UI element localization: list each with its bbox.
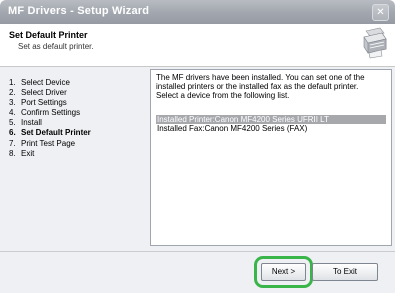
instructions-text: The MF drivers have been installed. You … [156, 73, 365, 100]
wizard-header: Set Default Printer Set as default print… [0, 24, 395, 67]
content-panel: The MF drivers have been installed. You … [150, 69, 392, 246]
device-list-item-fax[interactable]: Installed Fax:Canon MF4200 Series (FAX) [156, 124, 386, 133]
wizard-footer: Next > To Exit [0, 252, 395, 293]
page-subtitle: Set as default printer. [18, 42, 94, 51]
close-icon: ✕ [376, 7, 385, 18]
step-item: 8. Exit [9, 148, 35, 158]
next-button[interactable]: Next > [261, 263, 306, 281]
wizard-body: 1. Select Device 2. Select Driver 3. Port S… [0, 67, 395, 252]
setup-wizard-window: MF Drivers - Setup Wizard ✕ Set Default … [0, 0, 395, 293]
printer-icon [363, 27, 387, 59]
device-listbox[interactable]: Installed Printer:Canon MF4200 Series UF… [155, 114, 387, 241]
step-item: 7. Print Test Page [9, 138, 76, 148]
step-item: 1. Select Device [9, 78, 70, 87]
step-item: 4. Confirm Settings [9, 108, 81, 118]
window-title: MF Drivers - Setup Wizard [8, 5, 150, 17]
step-item-current: 6. Set Default Printer [9, 128, 91, 138]
step-item: 3. Port Settings [9, 98, 67, 108]
to-exit-button[interactable]: To Exit [312, 263, 378, 281]
steps-list: 1. Select Device 2. Select Driver 3. Port S… [9, 78, 91, 159]
step-item: 2. Select Driver [9, 88, 67, 98]
close-button[interactable]: ✕ [372, 4, 389, 21]
step-item: 5. Install [9, 118, 42, 128]
title-bar[interactable]: MF Drivers - Setup Wizard ✕ [0, 0, 395, 24]
page-title: Set Default Printer [9, 30, 88, 40]
device-list-item-printer[interactable]: Installed Printer:Canon MF4200 Series UF… [156, 115, 386, 124]
